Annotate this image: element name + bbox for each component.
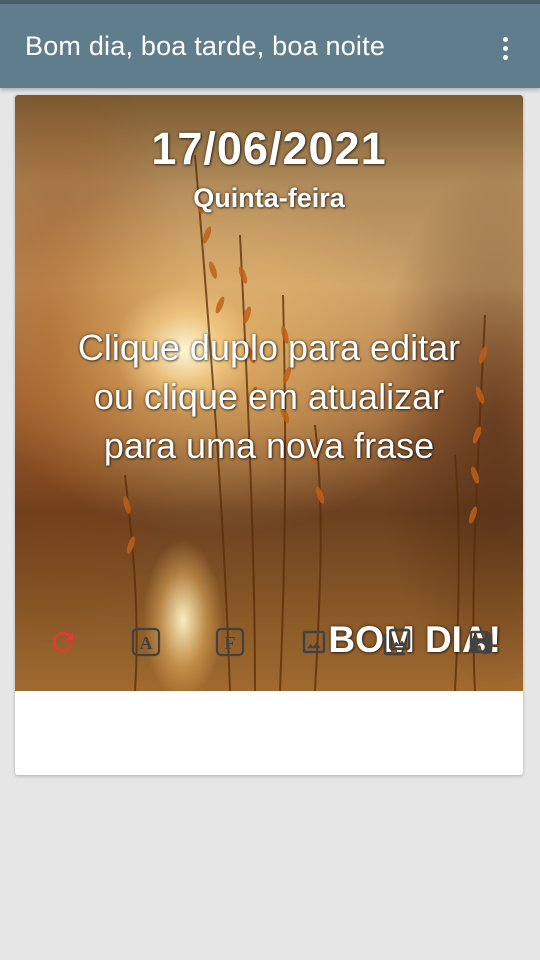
svg-text:F: F	[225, 633, 236, 653]
date-text: 17/06/2021	[151, 123, 387, 174]
image-card: 17/06/2021 Quinta-feira Clique duplo par…	[15, 95, 523, 775]
more-vertical-icon[interactable]	[490, 28, 520, 68]
text-font-a-icon[interactable]: A	[128, 624, 164, 660]
app-title: Bom dia, boa tarde, boa noite	[25, 31, 386, 61]
save-icon[interactable]	[463, 624, 499, 660]
phrase-text[interactable]: Clique duplo para editar ou clique em at…	[15, 323, 523, 470]
svg-text:A: A	[140, 633, 153, 653]
image-icon[interactable]	[296, 624, 332, 660]
phrase-line: ou clique em atualizar	[93, 376, 445, 417]
background-photo[interactable]: 17/06/2021 Quinta-feira Clique duplo par…	[15, 95, 523, 691]
image-library-icon[interactable]	[379, 624, 415, 660]
refresh-icon[interactable]	[45, 624, 81, 660]
phrase-line: para uma nova frase	[103, 425, 435, 466]
weekday-text: Quinta-feira	[193, 183, 345, 213]
phrase-line: Clique duplo para editar	[77, 327, 461, 368]
app-bar: Bom dia, boa tarde, boa noite	[0, 4, 540, 88]
text-font-f-icon[interactable]: F	[212, 624, 248, 660]
